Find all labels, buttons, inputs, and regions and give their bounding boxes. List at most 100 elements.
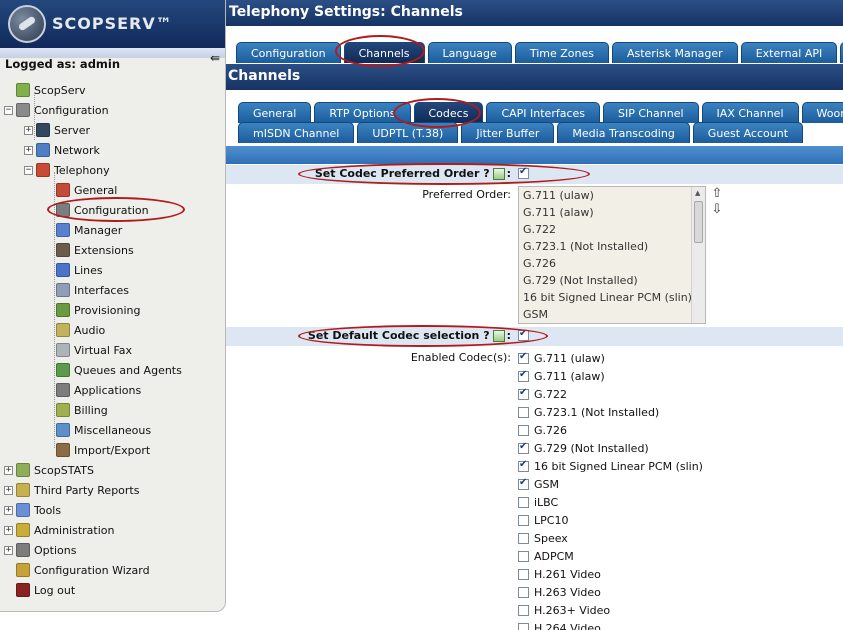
tab-capi-interfaces[interactable]: CAPI Interfaces (486, 102, 601, 123)
tab-external-api[interactable]: External API (740, 42, 838, 63)
preferred-order-listbox[interactable]: G.711 (ulaw) G.711 (alaw) G.722 G.723.1 (No… (518, 186, 706, 324)
tab-channels[interactable]: Channels (343, 42, 425, 63)
codec-checkbox[interactable] (518, 496, 529, 508)
expand-icon[interactable]: + (4, 505, 13, 515)
codec-checkbox[interactable] (518, 568, 529, 580)
scrollbar-thumb[interactable] (694, 201, 703, 243)
expand-icon[interactable]: + (4, 545, 13, 555)
help-icon[interactable] (492, 167, 505, 180)
codec-checkbox[interactable] (518, 532, 529, 544)
sidebar-item-virtual-fax[interactable]: Virtual Fax (44, 340, 132, 360)
collapse-icon[interactable]: − (4, 105, 13, 115)
sidebar-item-network[interactable]: + Network (24, 140, 100, 160)
sidebar-item-telephony[interactable]: − Telephony (24, 160, 110, 180)
listbox-option[interactable]: G.726 (519, 255, 705, 272)
codec-option: H.263+ Video (518, 601, 610, 619)
sidebar-item-label: Configuration Wizard (34, 563, 150, 577)
codec-checkbox[interactable] (518, 586, 529, 598)
sidebar-item-scopstats[interactable]: + ScopSTATS (4, 460, 94, 480)
tab-media-transcoding[interactable]: Media Transcoding (557, 122, 690, 143)
tab-jitter-buffer[interactable]: Jitter Buffer (461, 122, 555, 143)
tab-iax-channel[interactable]: IAX Channel (701, 102, 799, 123)
codec-checkbox[interactable] (518, 622, 529, 630)
sidebar-item-scopserv[interactable]: ScopServ (4, 80, 86, 100)
codec-checkbox[interactable] (518, 387, 529, 400)
expand-icon[interactable]: + (24, 125, 33, 135)
codec-checkbox[interactable] (518, 514, 529, 526)
sidebar-item-configuration[interactable]: Configuration (44, 200, 149, 220)
tab-time-zones[interactable]: Time Zones (514, 42, 609, 63)
sidebar-item-label: Server (54, 123, 91, 137)
help-icon[interactable] (492, 329, 505, 342)
move-up-icon[interactable]: ⇧ (710, 187, 724, 201)
sidebar-item-import-export[interactable]: Import/Export (44, 440, 150, 460)
expand-icon[interactable]: + (24, 145, 33, 155)
listbox-option[interactable]: G.723.1 (Not Installed) (519, 238, 705, 255)
codec-checkbox[interactable] (518, 406, 529, 418)
sidebar-item-third-party-reports[interactable]: + Third Party Reports (4, 480, 139, 500)
codec-checkbox[interactable] (518, 369, 529, 382)
codec-label: G.723.1 (Not Installed) (534, 405, 660, 419)
listbox-option[interactable]: GSM (519, 306, 705, 323)
move-down-icon[interactable]: ⇩ (710, 203, 724, 217)
codec-checkbox[interactable] (518, 351, 529, 364)
sidebar-item-log-out[interactable]: Log out (4, 580, 75, 600)
codec-label: G.729 (Not Installed) (534, 441, 649, 455)
listbox-option[interactable]: 16 bit Signed Linear PCM (slin) (519, 289, 705, 306)
sidebar-item-provisioning[interactable]: Provisioning (44, 300, 141, 320)
sidebar-item-label: Billing (74, 403, 108, 417)
telephony-icon (36, 163, 50, 177)
listbox-option[interactable]: G.722 (519, 221, 705, 238)
sidebar-item-administration[interactable]: + Administration (4, 520, 115, 540)
tab-misdn-channel[interactable]: mISDN Channel (238, 122, 355, 143)
codec-checkbox[interactable] (518, 550, 529, 562)
tab-udptl-t-38[interactable]: UDPTL (T.38) (357, 122, 459, 143)
sidebar-item-manager[interactable]: Manager (44, 220, 122, 240)
listbox-scrollbar[interactable]: ▲ (691, 187, 705, 323)
tab-language[interactable]: Language (427, 42, 512, 63)
codec-checkbox[interactable] (518, 459, 529, 472)
tab-asterisk-manager[interactable]: Asterisk Manager (611, 42, 738, 63)
codec-checkbox[interactable] (518, 604, 529, 616)
expand-icon[interactable]: + (4, 485, 13, 495)
sidebar-item-label: Interfaces (74, 283, 129, 297)
tab-rtp-options[interactable]: RTP Options (314, 102, 411, 123)
listbox-option[interactable]: G.729 (Not Installed) (519, 272, 705, 289)
tab-guest-account[interactable]: Guest Account (692, 122, 804, 143)
expand-icon[interactable]: + (4, 525, 13, 535)
scopstats-icon (16, 463, 30, 477)
listbox-option[interactable]: G.711 (ulaw) (519, 187, 705, 204)
sidebar-item-interfaces[interactable]: Interfaces (44, 280, 129, 300)
sidebar-item-lines[interactable]: Lines (44, 260, 103, 280)
sidebar-item-queues-and-agents[interactable]: Queues and Agents (44, 360, 182, 380)
codec-checkbox[interactable] (518, 424, 529, 436)
sidebar-item-configuration[interactable]: − Configuration (4, 100, 109, 120)
wrench-icon (56, 203, 70, 217)
sidebar-item-extensions[interactable]: Extensions (44, 240, 134, 260)
reports-icon (16, 483, 30, 497)
tab-codecs[interactable]: Codecs (413, 102, 484, 123)
sidebar-item-label: Audio (74, 323, 106, 337)
codec-checkbox[interactable] (518, 441, 529, 454)
codec-checkbox[interactable] (518, 477, 529, 490)
tab-general[interactable]: General (238, 102, 312, 123)
listbox-option[interactable]: G.711 (alaw) (519, 204, 705, 221)
main-content: Telephony Settings: Channels Configurati… (226, 0, 843, 630)
sidebar-item-miscellaneous[interactable]: Miscellaneous (44, 420, 151, 440)
tab-sip-channel[interactable]: SIP Channel (603, 102, 699, 123)
expand-icon[interactable]: + (4, 465, 13, 475)
collapse-sidebar-icon[interactable]: ⇚ (207, 52, 223, 66)
tab-woomera[interactable]: Woomera (801, 102, 843, 123)
default-codec-checkbox[interactable] (518, 328, 529, 341)
tab-configuration[interactable]: Configuration (236, 42, 341, 63)
collapse-icon[interactable]: − (24, 165, 33, 175)
sidebar-item-tools[interactable]: + Tools (4, 500, 61, 520)
sidebar-item-configuration-wizard[interactable]: Configuration Wizard (4, 560, 150, 580)
sidebar-item-general[interactable]: General (44, 180, 117, 200)
sidebar-item-applications[interactable]: Applications (44, 380, 141, 400)
sidebar-item-options[interactable]: + Options (4, 540, 76, 560)
preferred-order-checkbox[interactable] (518, 166, 529, 179)
